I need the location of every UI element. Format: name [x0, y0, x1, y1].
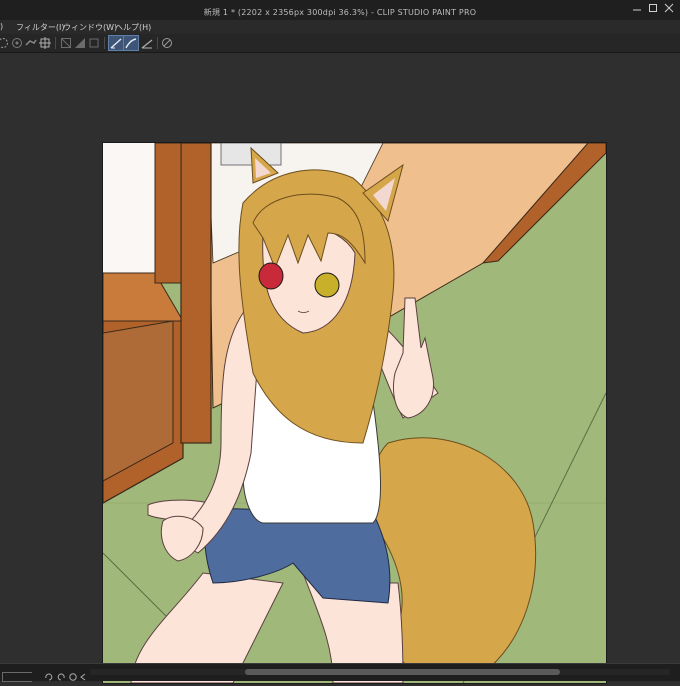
toolbar-separator	[55, 37, 56, 49]
snap-ruler-icon[interactable]	[10, 36, 24, 50]
correction-icon[interactable]	[123, 35, 139, 51]
rotate-icon[interactable]	[160, 36, 174, 50]
toolbar-separator	[157, 37, 158, 49]
fill-icon[interactable]	[59, 36, 73, 50]
flip-icon[interactable]	[78, 667, 88, 681]
scrollbar-thumb[interactable]	[245, 669, 560, 675]
close-icon[interactable]	[662, 2, 676, 14]
snap-grid-icon[interactable]	[38, 36, 52, 50]
status-bar	[0, 663, 680, 682]
menu-item-partial[interactable]: )	[0, 22, 3, 31]
menu-bar: ) フィルター(I) ウィンドウ(W) ヘルプ(H)	[0, 20, 680, 34]
rotate-right-icon[interactable]	[56, 667, 66, 681]
menu-item-filter[interactable]: フィルター(I)	[16, 22, 64, 33]
menu-item-window[interactable]: ウィンドウ(W)	[63, 22, 117, 33]
rotate-left-icon[interactable]	[44, 667, 54, 681]
fill-selection-icon[interactable]	[73, 36, 87, 50]
clear-icon[interactable]	[87, 36, 101, 50]
navigator-thumbnail[interactable]	[2, 667, 33, 682]
artwork-canvas[interactable]	[103, 143, 606, 683]
stroke-icon[interactable]	[108, 35, 124, 51]
snap-special-icon[interactable]	[24, 36, 38, 50]
title-bar: 新規 1 * (2202 x 2356px 300dpi 36.3%) - CL…	[0, 0, 680, 20]
horizontal-scrollbar[interactable]	[90, 669, 670, 675]
minimize-icon[interactable]	[630, 2, 644, 14]
maximize-icon[interactable]	[646, 2, 660, 14]
command-bar	[0, 34, 680, 53]
transform-icon[interactable]	[0, 36, 10, 50]
toolbar-separator	[104, 37, 105, 49]
menu-item-help[interactable]: ヘルプ(H)	[115, 22, 151, 33]
reset-rotation-icon[interactable]	[68, 667, 78, 681]
canvas-area[interactable]	[0, 53, 680, 683]
draw-icon[interactable]	[140, 36, 154, 50]
window-title: 新規 1 * (2202 x 2356px 300dpi 36.3%) - CL…	[203, 8, 477, 17]
